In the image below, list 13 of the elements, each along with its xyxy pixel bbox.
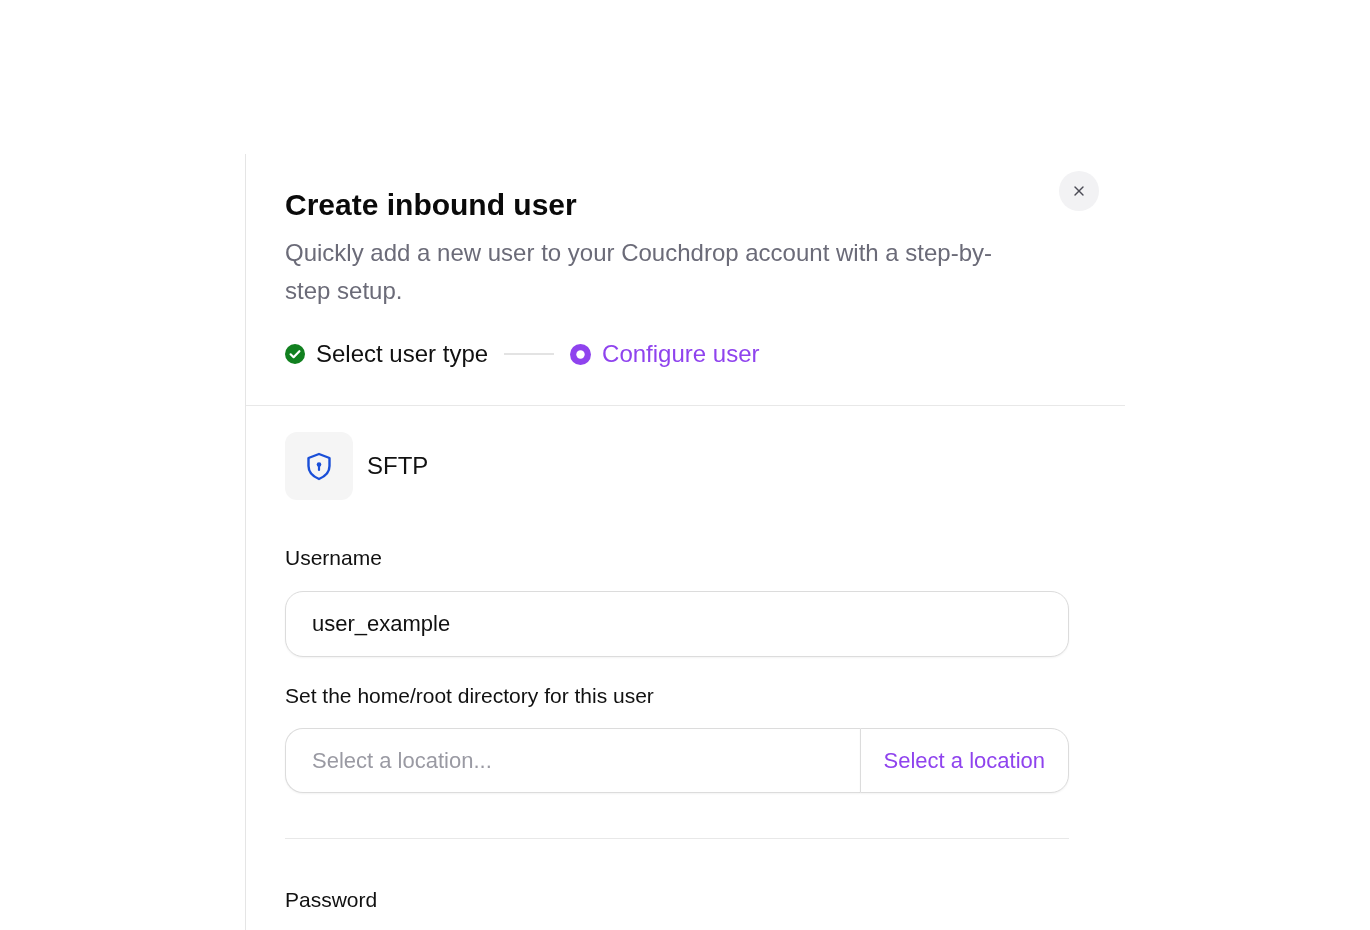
select-location-button[interactable]: Select a location xyxy=(859,728,1069,793)
username-field[interactable]: user_example xyxy=(285,591,1069,657)
field-label: Username xyxy=(285,545,382,571)
step-label: Configure user xyxy=(602,339,760,369)
shield-icon xyxy=(285,432,353,500)
close-button[interactable] xyxy=(1059,171,1099,211)
field-label: Password xyxy=(285,887,378,913)
user-type-label: SFTP xyxy=(367,451,429,481)
dialog-title: Create inbound user xyxy=(285,187,577,223)
location-field[interactable]: Select a location... xyxy=(285,728,860,793)
step-label: Select user type xyxy=(316,339,489,369)
field-label: Set the home/root directory for this user xyxy=(285,683,654,709)
dialog-description: Quickly add a new user to your Couchdrop account with a step-by-step setup. xyxy=(285,238,994,306)
